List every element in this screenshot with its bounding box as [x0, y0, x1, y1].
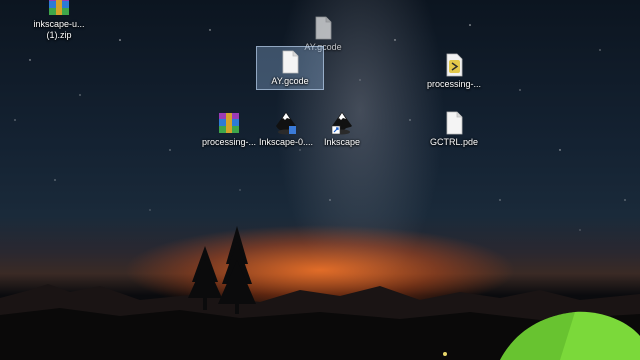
desktop-wallpaper[interactable]: inkscape-u... (1).zip AY.gcode AY.gcode … — [0, 0, 640, 360]
desktop-icon-gctrl-pde[interactable]: GCTRL.pde — [421, 108, 487, 150]
document-icon — [282, 50, 299, 74]
icon-label: Inkscape — [323, 137, 361, 147]
icon-label: processing-... — [426, 79, 482, 89]
desktop-icon-inkscape-shortcut[interactable]: Inkscape — [309, 108, 375, 150]
icon-label: AY.gcode — [271, 76, 309, 86]
icon-label: GCTRL.pde — [429, 137, 479, 147]
desktop-icon-inkscape-zip[interactable]: inkscape-u... (1).zip — [26, 0, 92, 43]
desktop-icon-ay-gcode[interactable]: AY.gcode — [256, 46, 324, 90]
inkscape-icon — [276, 112, 296, 135]
desktop-icon-processing-app[interactable]: processing-... — [421, 50, 487, 92]
icon-label: inkscape-u... (1).zip — [33, 19, 85, 40]
mountain-silhouette — [0, 226, 640, 360]
document-icon — [315, 16, 332, 40]
document-icon — [446, 111, 463, 135]
processing-icon — [446, 53, 463, 77]
winrar-archive-icon — [219, 113, 239, 133]
winrar-archive-icon — [49, 0, 69, 15]
inkscape-icon — [331, 112, 352, 135]
